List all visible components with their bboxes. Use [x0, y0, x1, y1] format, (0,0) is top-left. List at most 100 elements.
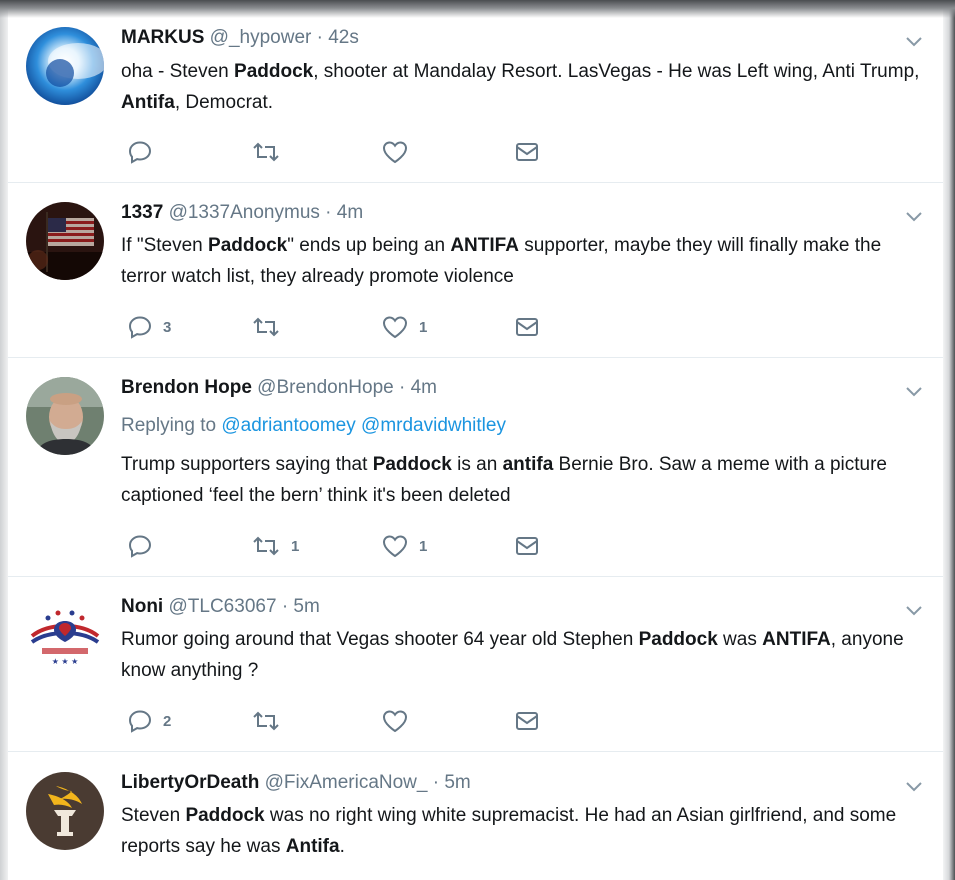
- tweet-text: Steven Paddock was no right wing white s…: [121, 800, 931, 862]
- separator-dot: ·: [316, 27, 323, 48]
- avatar[interactable]: [26, 27, 104, 105]
- globe-logo-icon: [26, 27, 104, 105]
- window-left-edge: [0, 0, 8, 880]
- like-button[interactable]: 1: [381, 312, 427, 342]
- user-name[interactable]: Brendon Hope: [121, 377, 252, 398]
- tweet-text: If "Steven Paddock" ends up being an ANT…: [121, 230, 931, 292]
- highlighted-keyword: Paddock: [372, 454, 452, 475]
- avatar[interactable]: [26, 377, 104, 455]
- tweet[interactable]: 1337 @1337Anonymus · 4m If "Steven Paddo…: [8, 183, 943, 358]
- like-count: 1: [419, 318, 428, 336]
- reply-icon: [128, 316, 152, 339]
- highlighted-keyword: Antifa: [121, 92, 175, 113]
- reply-button[interactable]: 2: [127, 706, 171, 736]
- tweet[interactable]: ★ ★ ★ Noni @TLC63067 · 5m Rumor going ar…: [8, 577, 943, 752]
- tweet[interactable]: Brendon Hope @BrendonHope · 4m Replying …: [8, 358, 943, 577]
- replying-to-label: Replying to: [121, 415, 217, 436]
- user-handle[interactable]: @TLC63067: [169, 596, 277, 617]
- chevron-down-icon[interactable]: [905, 211, 923, 223]
- direct-message-button[interactable]: [514, 137, 540, 167]
- tweet[interactable]: MARKUS @_hypower · 42s oha - Steven Padd…: [8, 0, 943, 183]
- text-segment: is an: [451, 454, 503, 475]
- reply-icon: [128, 710, 152, 733]
- user-name[interactable]: Noni: [121, 596, 163, 617]
- tweet-timeline: MARKUS @_hypower · 42s oha - Steven Padd…: [8, 0, 943, 880]
- tweet-header: LibertyOrDeath @FixAmericaNow_ · 5m: [121, 772, 471, 794]
- timestamp[interactable]: 5m: [444, 772, 470, 793]
- direct-message-button[interactable]: [514, 312, 540, 342]
- retweet-button[interactable]: [251, 706, 291, 736]
- avatar[interactable]: ★ ★ ★: [26, 596, 104, 674]
- retweet-button[interactable]: [251, 312, 291, 342]
- reply-button[interactable]: [127, 531, 163, 561]
- window-right-edge: [943, 0, 955, 880]
- reply-icon: [128, 141, 152, 164]
- flag-photo-icon: [26, 202, 104, 280]
- user-name[interactable]: 1337: [121, 202, 163, 223]
- text-segment: " ends up being an: [287, 235, 451, 256]
- separator-dot: ·: [325, 202, 332, 223]
- avatar[interactable]: [26, 202, 104, 280]
- like-count: 1: [419, 537, 428, 555]
- user-name[interactable]: MARKUS: [121, 27, 204, 48]
- highlighted-keyword: Paddock: [234, 61, 314, 82]
- tweet-actions: 2: [121, 706, 621, 736]
- tweet-header: MARKUS @_hypower · 42s: [121, 27, 359, 49]
- timestamp[interactable]: 42s: [328, 27, 359, 48]
- tweet[interactable]: LibertyOrDeath @FixAmericaNow_ · 5m Stev…: [8, 752, 943, 880]
- highlighted-keyword: ANTIFA: [762, 629, 831, 650]
- user-handle[interactable]: @FixAmericaNow_: [265, 772, 428, 793]
- chevron-down-icon[interactable]: [905, 386, 923, 398]
- chevron-down-icon[interactable]: [905, 781, 923, 793]
- retweet-button[interactable]: [251, 137, 291, 167]
- torch-logo-icon: [26, 772, 104, 850]
- like-button[interactable]: 1: [381, 531, 427, 561]
- text-segment: , Democrat.: [174, 92, 274, 113]
- tweet-header: Brendon Hope @BrendonHope · 4m: [121, 377, 437, 399]
- text-segment: Rumor going around that Vegas shooter 64…: [121, 629, 639, 650]
- direct-message-button[interactable]: [514, 531, 540, 561]
- heart-icon: [382, 535, 408, 558]
- avatar[interactable]: [26, 772, 104, 850]
- envelope-icon: [516, 143, 538, 161]
- user-handle[interactable]: @1337Anonymus: [169, 202, 320, 223]
- highlighted-keyword: ANTIFA: [450, 235, 519, 256]
- user-handle[interactable]: @BrendonHope: [257, 377, 394, 398]
- text-segment: oha - Steven: [121, 61, 235, 82]
- text-segment: If "Steven: [121, 235, 209, 256]
- svg-text:★ ★ ★: ★ ★ ★: [52, 657, 79, 666]
- heart-icon: [382, 141, 408, 164]
- user-handle[interactable]: @_hypower: [210, 27, 312, 48]
- envelope-icon: [516, 318, 538, 336]
- highlighted-keyword: Paddock: [185, 805, 265, 826]
- direct-message-button[interactable]: [514, 706, 540, 736]
- separator-dot: ·: [281, 596, 289, 617]
- highlighted-keyword: Paddock: [638, 629, 718, 650]
- user-name[interactable]: LibertyOrDeath: [121, 772, 259, 793]
- heart-icon: [382, 710, 408, 733]
- text-segment: .: [339, 836, 345, 857]
- replying-to: Replying to @adriantoomey @mrdavidwhitle…: [121, 415, 506, 437]
- reply-icon: [128, 535, 152, 558]
- reply-button[interactable]: [127, 137, 163, 167]
- timestamp[interactable]: 5m: [293, 596, 319, 617]
- reply-count: 3: [163, 318, 172, 336]
- reply-button[interactable]: 3: [127, 312, 171, 342]
- tweet-actions: [121, 137, 621, 167]
- like-button[interactable]: [381, 137, 419, 167]
- like-button[interactable]: [381, 706, 419, 736]
- profile-photo-icon: [26, 377, 104, 455]
- highlighted-keyword: Antifa: [285, 836, 340, 857]
- envelope-icon: [516, 537, 538, 555]
- heart-icon: [382, 316, 408, 339]
- tweet-actions: 1 1: [121, 531, 621, 561]
- highlighted-keyword: antifa: [502, 454, 554, 475]
- separator-dot: ·: [399, 377, 406, 398]
- chevron-down-icon[interactable]: [905, 605, 923, 617]
- chevron-down-icon[interactable]: [905, 36, 923, 48]
- retweet-button[interactable]: 1: [251, 531, 299, 561]
- replying-to-mentions[interactable]: @adriantoomey @mrdavidwhitley: [221, 415, 506, 436]
- timestamp[interactable]: 4m: [411, 377, 437, 398]
- text-segment: , shooter at Mandalay Resort. LasVegas -…: [313, 61, 920, 82]
- timestamp[interactable]: 4m: [337, 202, 363, 223]
